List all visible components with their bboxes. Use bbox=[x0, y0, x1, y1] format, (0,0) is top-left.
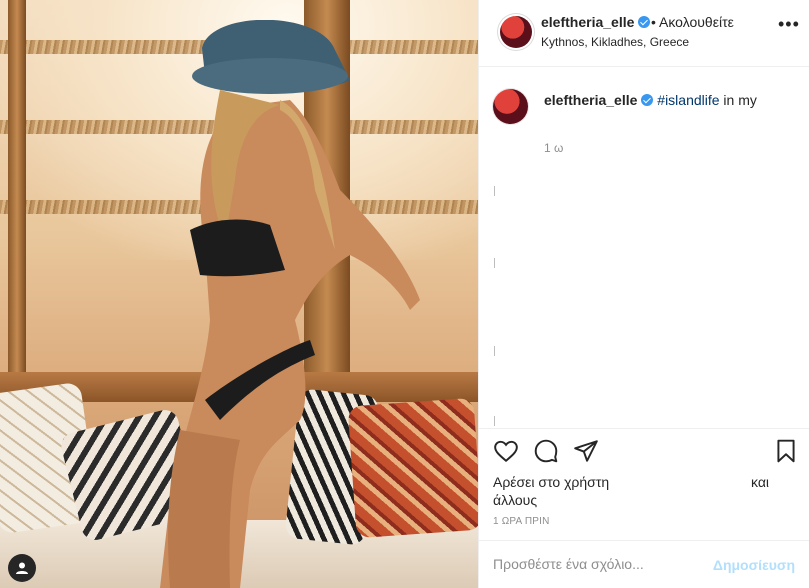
caption-avatar[interactable] bbox=[493, 89, 528, 124]
caption-time: 1 ω bbox=[544, 141, 564, 155]
post-photo[interactable] bbox=[0, 0, 478, 588]
caption-text: in my bbox=[719, 92, 757, 108]
heart-icon[interactable] bbox=[493, 438, 519, 464]
likes-others[interactable]: άλλους bbox=[493, 492, 537, 508]
comment-bar: Δημοσίευση bbox=[478, 540, 809, 588]
publish-button[interactable]: Δημοσίευση bbox=[713, 557, 795, 573]
comments-scrollbar-mark bbox=[494, 346, 495, 356]
header-username[interactable]: eleftheria_elle bbox=[541, 14, 651, 30]
verified-badge-icon bbox=[638, 16, 651, 28]
header-username-text[interactable]: eleftheria_elle bbox=[541, 14, 634, 30]
caption-username[interactable]: eleftheria_elle bbox=[544, 92, 637, 108]
following-status[interactable]: • Ακολουθείτε bbox=[651, 14, 734, 30]
profile-avatar[interactable] bbox=[500, 16, 532, 48]
comments-scrollbar-mark bbox=[494, 186, 495, 196]
caption-hashtag[interactable]: #islandlife bbox=[657, 92, 719, 108]
more-horizontal-icon[interactable]: ••• bbox=[778, 14, 799, 35]
likes-line1: Αρέσει στο χρήστη bbox=[493, 474, 610, 490]
share-icon[interactable] bbox=[573, 438, 599, 464]
bookmark-icon[interactable] bbox=[773, 438, 799, 464]
owner-account-icon[interactable] bbox=[8, 554, 36, 582]
comments-scrollbar-mark bbox=[494, 258, 495, 268]
likes-connector: και bbox=[751, 474, 770, 490]
user-icon bbox=[16, 562, 28, 574]
comment-input[interactable] bbox=[493, 556, 713, 572]
instagram-post: eleftheria_elle • Ακολουθείτε Kythnos, K… bbox=[0, 0, 809, 588]
caption: eleftheria_elle #islandlife in my bbox=[544, 92, 757, 108]
comments-scrollbar-mark bbox=[494, 416, 495, 426]
action-bar bbox=[478, 428, 809, 478]
post-location[interactable]: Kythnos, Kikladhes, Greece bbox=[541, 35, 689, 49]
photo-person bbox=[160, 20, 420, 588]
post-timestamp[interactable]: 1 ΩΡΑ ΠΡΙΝ bbox=[493, 516, 550, 527]
photo-wood-post bbox=[8, 0, 26, 380]
comment-icon[interactable] bbox=[533, 438, 559, 464]
verified-badge-icon bbox=[641, 94, 654, 106]
